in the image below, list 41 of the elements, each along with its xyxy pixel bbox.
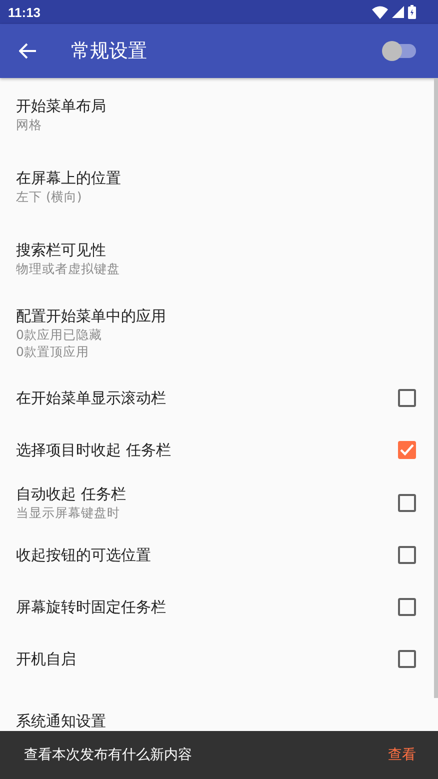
- setting-title: 开始菜单布局: [16, 96, 107, 116]
- setting-title: 收起按钮的可选位置: [16, 545, 152, 565]
- setting-title: 自动收起 任务栏: [16, 484, 127, 504]
- setting-item[interactable]: 配置开始菜单中的应用 0款应用已隐藏 0款置顶应用: [0, 294, 438, 372]
- snackbar-message: 查看本次发布有什么新内容: [24, 746, 192, 764]
- checkbox-setting[interactable]: 在开始菜单显示滚动栏: [0, 372, 438, 424]
- setting-summary: 网格: [16, 116, 43, 132]
- checkbox[interactable]: [398, 441, 416, 459]
- setting-item[interactable]: 搜索栏可见性 物理或者虚拟键盘: [0, 222, 438, 294]
- toggle-switch[interactable]: [382, 41, 416, 61]
- setting-title: 配置开始菜单中的应用: [16, 306, 167, 326]
- setting-item[interactable]: 在屏幕上的位置 左下 (横向): [0, 150, 438, 222]
- back-arrow-icon[interactable]: [19, 43, 37, 59]
- signal-icon: [392, 6, 404, 18]
- setting-title: 选择项目时收起 任务栏: [16, 440, 172, 460]
- checkbox[interactable]: [398, 546, 416, 564]
- battery-icon: [408, 5, 416, 19]
- checkbox-setting[interactable]: 屏幕旋转时固定任务栏: [0, 581, 438, 633]
- checkbox-setting[interactable]: 开机自启: [0, 633, 438, 685]
- status-time: 11:13: [8, 4, 41, 20]
- setting-title: 在开始菜单显示滚动栏: [16, 388, 167, 408]
- setting-title: 屏幕旋转时固定任务栏: [16, 597, 167, 617]
- checkbox-setting[interactable]: 选择项目时收起 任务栏: [0, 424, 438, 476]
- checkbox-setting[interactable]: 收起按钮的可选位置: [0, 529, 438, 581]
- screen-title: 常规设置: [71, 39, 148, 64]
- setting-title: 搜索栏可见性: [16, 240, 107, 260]
- setting-summary: 当显示屏幕键盘时: [16, 504, 121, 521]
- checkbox[interactable]: [398, 389, 416, 407]
- setting-title: 在屏幕上的位置: [16, 168, 122, 188]
- setting-title: 开机自启: [16, 649, 77, 669]
- setting-summary: 0款置顶应用: [16, 343, 90, 360]
- setting-summary: 物理或者虚拟键盘: [16, 260, 121, 276]
- snackbar-action[interactable]: 查看: [388, 746, 416, 764]
- checkbox[interactable]: [398, 598, 416, 616]
- setting-summary: 左下 (横向): [16, 188, 83, 204]
- checkbox[interactable]: [398, 494, 416, 512]
- checkbox[interactable]: [398, 650, 416, 668]
- setting-item[interactable]: 开始菜单布局 网格: [0, 78, 438, 150]
- checkbox-setting[interactable]: 自动收起 任务栏 当显示屏幕键盘时: [0, 476, 438, 529]
- wifi-icon: [372, 6, 388, 18]
- setting-summary: 0款应用已隐藏: [16, 326, 103, 343]
